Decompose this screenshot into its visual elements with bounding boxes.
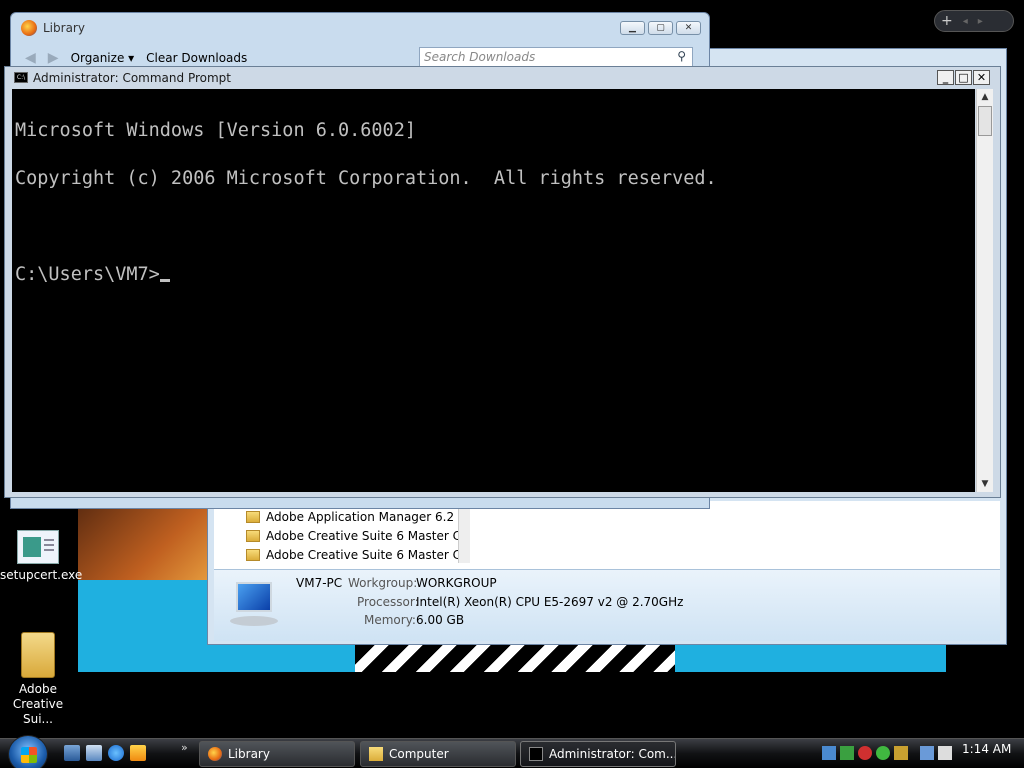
scroll-down-icon[interactable]: ▼ (977, 476, 993, 492)
next-gadget-icon[interactable]: ▸ (978, 16, 983, 27)
minimize-button[interactable]: ▁ (620, 21, 645, 35)
show-desktop-icon[interactable] (64, 745, 80, 761)
folder-icon (246, 510, 260, 523)
maximize-button[interactable]: ▢ (648, 21, 673, 35)
list-item[interactable]: Adobe Creative Suite 6 Master Collection (246, 526, 460, 545)
network-connection-icon[interactable] (920, 746, 934, 760)
firefox-icon (21, 20, 37, 36)
console-output[interactable]: Microsoft Windows [Version 6.0.6002] Cop… (12, 89, 975, 492)
taskbar-clock[interactable]: 1:14 AM (962, 742, 1011, 756)
add-gadget-icon[interactable]: + (941, 13, 953, 29)
firefox-icon (208, 747, 222, 761)
taskbar-label: Library (228, 747, 270, 761)
folder-scrollbar[interactable] (458, 505, 470, 563)
internet-explorer-icon[interactable] (108, 745, 124, 761)
search-icon[interactable]: ⚲ (677, 49, 686, 63)
taskbar: » Library Computer Administrator: Com...… (0, 735, 1024, 768)
clear-downloads-button[interactable]: Clear Downloads (146, 51, 247, 65)
chevron-right-icon[interactable]: » (181, 741, 188, 754)
quick-launch (64, 745, 146, 761)
console-prompt-line: C:\Users\VM7> (15, 264, 975, 285)
console-line: Microsoft Windows [Version 6.0.6002] (15, 120, 416, 141)
green-status-icon[interactable] (876, 746, 890, 760)
cmd-icon: C:\ (14, 72, 28, 83)
console-prompt: C:\Users\VM7> (15, 264, 160, 285)
taskbar-button-computer[interactable]: Computer (360, 741, 516, 767)
close-button[interactable]: ✕ (973, 70, 990, 85)
folder-icon (369, 747, 383, 761)
prev-gadget-icon[interactable]: ◂ (963, 16, 968, 27)
cmd-scrollbar[interactable]: ▲ ▼ (976, 89, 993, 492)
maximize-button[interactable]: □ (955, 70, 972, 85)
taskbar-label: Computer (389, 747, 449, 761)
network-tray-icon[interactable] (822, 746, 836, 760)
desktop-icon-label: setupcert.exe (0, 568, 83, 582)
scroll-up-icon[interactable]: ▲ (977, 89, 993, 105)
taskbar-button-cmd[interactable]: Administrator: Com... (520, 741, 676, 767)
window-title: Library (43, 21, 85, 35)
memory-label: Memory: (364, 613, 416, 627)
volume-muted-icon[interactable] (938, 746, 952, 760)
window-controls: _ □ ✕ (937, 70, 990, 85)
scroll-thumb[interactable] (978, 106, 992, 136)
text-cursor (159, 279, 170, 282)
workgroup-value: WORKGROUP (416, 576, 497, 590)
window-title: Administrator: Command Prompt (33, 70, 231, 85)
back-arrow-icon[interactable]: ◀ (25, 50, 36, 66)
close-button[interactable]: ✕ (676, 21, 701, 35)
list-item[interactable]: Adobe Application Manager 6.2 (246, 507, 460, 526)
desktop-icon-adobe-folder[interactable]: Adobe Creative Sui... (0, 632, 76, 727)
desktop-icon-label: Creative Sui... (12, 697, 64, 726)
folder-name: Adobe Application Manager 6.2 (266, 509, 455, 524)
wallpaper-stripes (355, 645, 675, 672)
taskbar-button-library[interactable]: Library (199, 741, 355, 767)
desktop-icon-label: Adobe (19, 682, 57, 696)
update-tray-icon[interactable] (840, 746, 854, 760)
forward-arrow-icon[interactable]: ▶ (48, 50, 59, 66)
shield-icon[interactable] (894, 746, 908, 760)
folder-list: Adobe Application Manager 6.2 Adobe Crea… (246, 507, 460, 564)
minimize-button[interactable]: _ (937, 70, 954, 85)
processor-label: Processor: (357, 595, 419, 609)
organize-menu[interactable]: Organize ▾ (71, 51, 135, 65)
folder-name: Adobe Creative Suite 6 Master Collection (266, 528, 460, 543)
search-input[interactable]: Search Downloads ⚲ (419, 47, 693, 67)
cmd-icon (529, 747, 543, 761)
memory-value: 6.00 GB (416, 613, 465, 627)
library-titlebar[interactable]: Library (11, 13, 709, 43)
start-button[interactable] (8, 735, 48, 768)
command-prompt-window[interactable]: C:\ Administrator: Command Prompt _ □ ✕ … (4, 66, 1001, 498)
cmd-titlebar[interactable]: C:\ Administrator: Command Prompt (5, 67, 1000, 88)
processor-value: Intel(R) Xeon(R) CPU E5-2697 v2 @ 2.70GH… (416, 595, 684, 609)
installer-icon (17, 530, 59, 564)
switch-windows-icon[interactable] (86, 745, 102, 761)
console-line: Copyright (c) 2006 Microsoft Corporation… (15, 168, 717, 189)
folder-icon (21, 632, 55, 678)
details-pane: VM7-PC Workgroup: WORKGROUP Processor: I… (214, 569, 1000, 641)
desktop-icon-setupcert[interactable]: setupcert.exe (0, 530, 83, 583)
computer-name: VM7-PC (296, 576, 343, 590)
folder-icon (246, 529, 260, 542)
security-alert-icon[interactable] (858, 746, 872, 760)
list-item[interactable]: Adobe Creative Suite 6 Master Collection (246, 545, 460, 564)
media-player-icon[interactable] (130, 745, 146, 761)
workgroup-label: Workgroup: (348, 576, 418, 590)
computer-icon (226, 582, 282, 628)
taskbar-label: Administrator: Com... (549, 747, 676, 761)
wallpaper-accent (78, 500, 218, 580)
gadget-toolbar[interactable]: + ◂ ▸ (934, 10, 1014, 32)
window-controls: ▁ ▢ ✕ (620, 21, 701, 35)
folder-name: Adobe Creative Suite 6 Master Collection (266, 547, 460, 562)
folder-icon (246, 548, 260, 561)
search-placeholder: Search Downloads (424, 50, 536, 64)
